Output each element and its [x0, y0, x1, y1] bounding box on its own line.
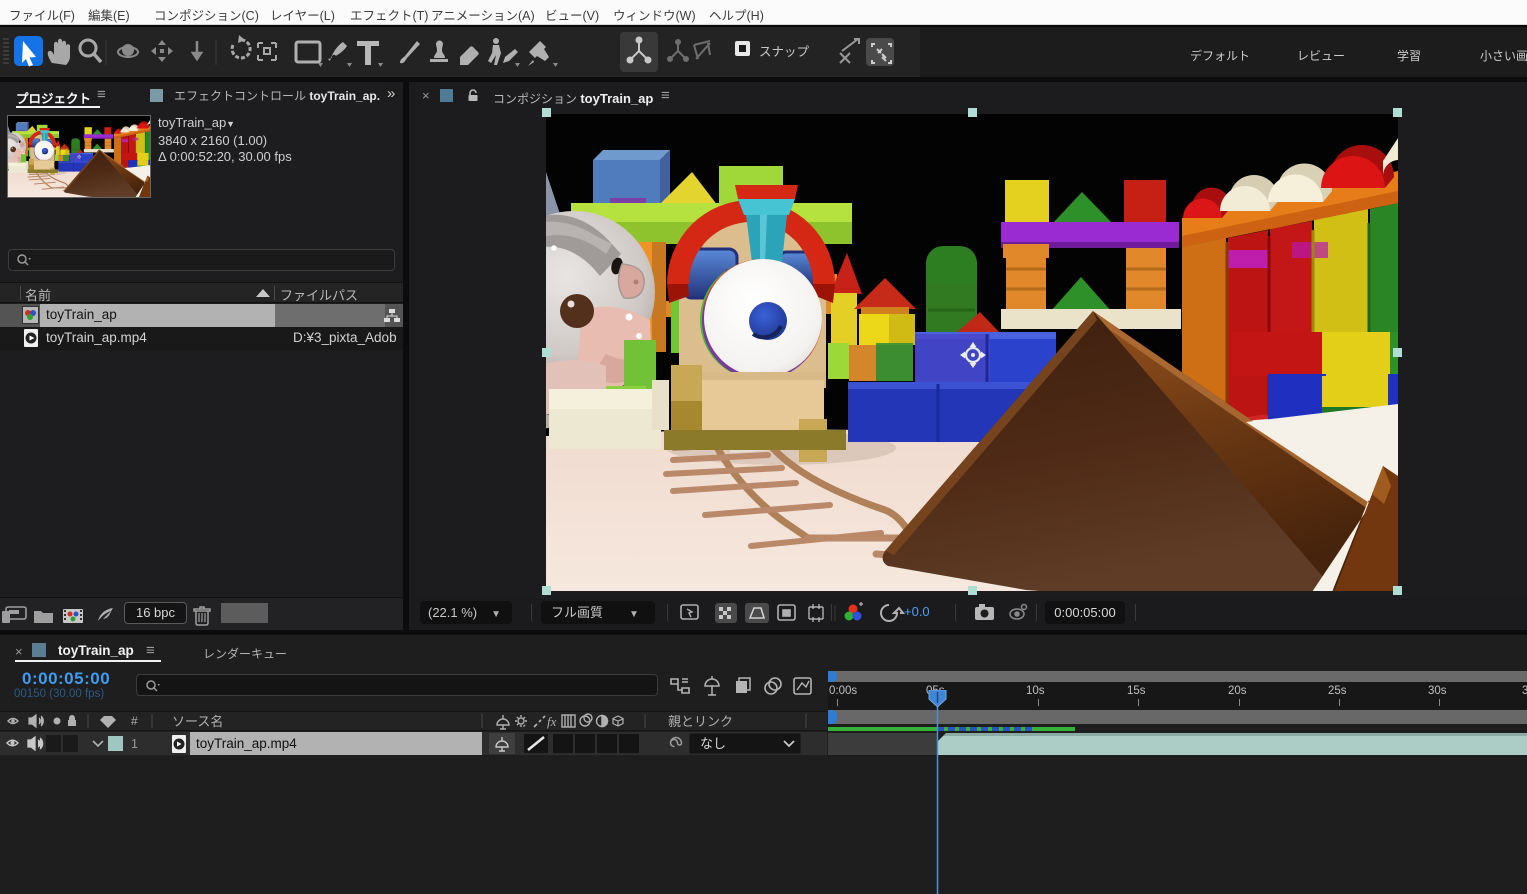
svg-text:ソース名: ソース名 — [172, 714, 223, 729]
svg-text:fx: fx — [547, 714, 557, 729]
svg-text:#: # — [131, 714, 138, 728]
svg-text:なし: なし — [700, 736, 726, 751]
svg-text:toyTrain_ap.mp4: toyTrain_ap.mp4 — [196, 736, 297, 751]
svg-text:1: 1 — [131, 737, 138, 751]
svg-text:親とリンク: 親とリンク — [668, 714, 733, 729]
